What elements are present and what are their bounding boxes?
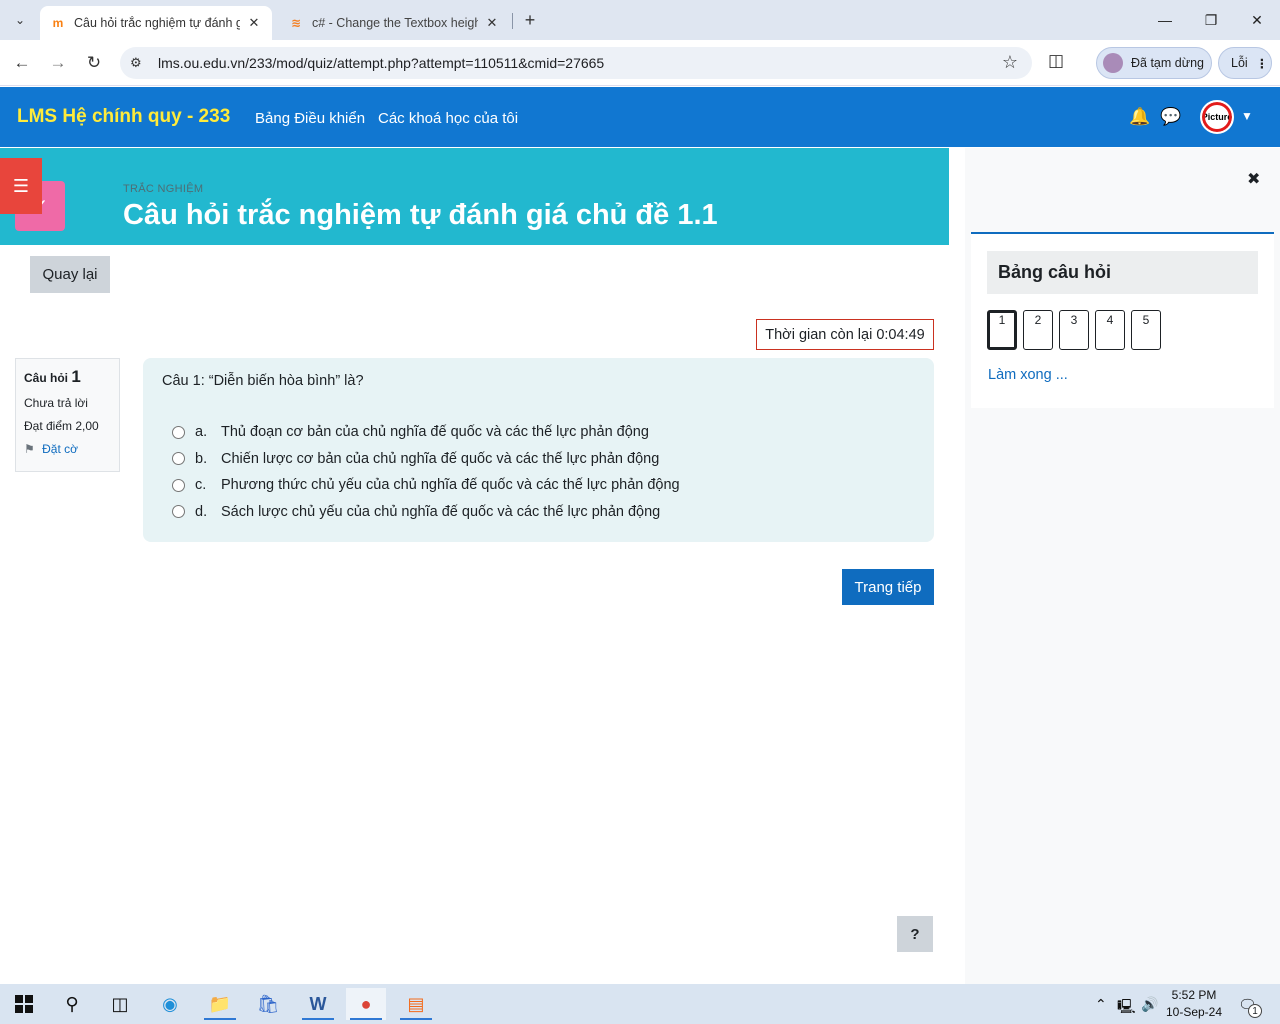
extensions-puzzle-icon[interactable]: ◫: [1048, 51, 1064, 71]
close-tab-icon[interactable]: ✕: [246, 15, 262, 31]
quiz-nav-question-1[interactable]: 1: [987, 310, 1017, 350]
page-title: Câu hỏi trắc nghiệm tự đánh giá chủ đề 1…: [123, 199, 718, 231]
back-button[interactable]: Quay lại: [30, 256, 110, 293]
messages-chat-icon[interactable]: 💬: [1160, 107, 1181, 127]
quiz-nav-question-5[interactable]: 5: [1131, 310, 1161, 350]
nav-dashboard-link[interactable]: Bảng Điều khiển: [255, 110, 365, 127]
edge-browser-icon[interactable]: ◉: [150, 988, 190, 1020]
flag-label: Đặt cờ: [42, 442, 78, 456]
help-button[interactable]: ?: [897, 916, 933, 952]
notification-count-badge: 1: [1248, 1004, 1262, 1018]
tab-search-chevron-icon[interactable]: ⌄: [8, 8, 32, 32]
answer-list: a. Thủ đoạn cơ bản của chủ nghĩa đế quốc…: [162, 419, 915, 525]
course-index-toggle-icon[interactable]: ☰: [0, 158, 42, 214]
close-tab-icon[interactable]: ✕: [484, 15, 500, 31]
tab-separator: [512, 13, 513, 29]
clock-date: 10-Sep-24: [1165, 1005, 1223, 1019]
error-label: Lỗi: [1231, 56, 1248, 70]
answer-radio[interactable]: [172, 505, 185, 519]
microsoft-store-icon[interactable]: 🛍: [248, 988, 288, 1020]
tab-title: Câu hỏi trắc nghiệm tự đánh gi: [74, 16, 240, 30]
user-avatar[interactable]: Picture: [1200, 100, 1234, 134]
profile-button[interactable]: Đã tạm dừng: [1096, 47, 1212, 79]
file-explorer-icon[interactable]: 📁: [200, 988, 240, 1020]
answer-radio[interactable]: [172, 425, 185, 439]
clock-time: 5:52 PM: [1171, 988, 1217, 1002]
profile-status-label: Đã tạm dừng: [1131, 56, 1204, 70]
pdf-app-icon[interactable]: ▤: [396, 988, 436, 1020]
quiz-nav-question-3[interactable]: 3: [1059, 310, 1089, 350]
answer-radio[interactable]: [172, 478, 185, 492]
url-text[interactable]: lms.ou.edu.vn/233/mod/quiz/attempt.php?a…: [158, 55, 604, 71]
browser-toolbar: ← → ↻ ⚙ lms.ou.edu.vn/233/mod/quiz/attem…: [0, 40, 1280, 86]
question-status: Chưa trả lời: [24, 396, 88, 410]
windows-taskbar: ⚲ ◫ ◉ 📁 🛍 W ● ▤ ⌃ 🖳 🔊 🗨 1: [0, 984, 1280, 1024]
quiz-timer: Thời gian còn lại 0:04:49: [756, 319, 934, 350]
back-arrow-icon[interactable]: ←: [10, 51, 34, 75]
question-number-value: 1: [71, 367, 81, 386]
show-hidden-icons-chevron-icon[interactable]: ⌃: [1095, 996, 1107, 1013]
answer-option-b[interactable]: b. Chiến lược cơ bản của chủ nghĩa đế qu…: [162, 446, 915, 473]
question-text: Câu 1: “Diễn biến hòa bình” là?: [162, 373, 364, 389]
address-bar[interactable]: ⚙ lms.ou.edu.vn/233/mod/quiz/attempt.php…: [120, 47, 1032, 79]
word-icon[interactable]: W: [298, 988, 338, 1020]
answer-letter: c.: [195, 477, 207, 494]
task-view-icon[interactable]: ◫: [100, 988, 140, 1020]
browser-tab-strip: ⌄ m Câu hỏi trắc nghiệm tự đánh gi ✕ ≋ c…: [0, 0, 1280, 40]
bookmark-star-icon[interactable]: ☆: [1002, 52, 1018, 73]
answer-letter: a.: [195, 424, 208, 441]
moodle-favicon-icon: m: [52, 16, 64, 30]
answer-radio[interactable]: [172, 452, 185, 466]
site-settings-icon[interactable]: ⚙: [130, 55, 142, 71]
finish-attempt-link[interactable]: Làm xong ...: [988, 367, 1068, 383]
network-icon[interactable]: 🖳: [1117, 996, 1136, 1020]
forward-arrow-icon[interactable]: →: [46, 51, 70, 75]
close-window-icon[interactable]: ✕: [1234, 8, 1280, 32]
question-mark: Đạt điểm 2,00: [24, 419, 99, 433]
stackoverflow-favicon-icon: ≋: [290, 16, 302, 30]
nav-my-courses-link[interactable]: Các khoá học của tôi: [378, 110, 518, 127]
answer-letter: d.: [195, 503, 208, 520]
avatar-ban-ring: [1202, 102, 1232, 132]
user-menu-chevron-icon[interactable]: ▼: [1241, 109, 1253, 123]
quiz-nav-question-4[interactable]: 4: [1095, 310, 1125, 350]
answer-option-c[interactable]: c. Phương thức chủ yếu của chủ nghĩa đế …: [162, 472, 915, 499]
answer-text[interactable]: Thủ đoạn cơ bản của chủ nghĩa đế quốc và…: [221, 424, 649, 440]
more-menu-icon: ⋮: [1255, 56, 1269, 71]
browser-tab-quiz[interactable]: m Câu hỏi trắc nghiệm tự đánh gi ✕: [40, 6, 272, 40]
chrome-icon[interactable]: ●: [346, 988, 386, 1020]
answer-text[interactable]: Phương thức chủ yếu của chủ nghĩa đế quố…: [221, 477, 680, 493]
answer-letter: b.: [195, 450, 208, 467]
new-tab-plus-icon[interactable]: +: [520, 10, 540, 30]
answer-option-a[interactable]: a. Thủ đoạn cơ bản của chủ nghĩa đế quốc…: [162, 419, 915, 446]
reload-icon[interactable]: ↻: [82, 51, 106, 75]
browser-error-button[interactable]: Lỗi ⋮: [1218, 47, 1272, 79]
notification-bell-icon[interactable]: 🔔: [1129, 107, 1150, 127]
answer-option-d[interactable]: d. Sách lược chủ yếu của chủ nghĩa đế qu…: [162, 499, 915, 526]
answer-text[interactable]: Chiến lược cơ bản của chủ nghĩa đế quốc …: [221, 451, 659, 467]
quiz-navigation-title: Bảng câu hỏi: [987, 251, 1258, 294]
flag-question-link[interactable]: ⚑ Đặt cờ: [24, 442, 111, 456]
site-brand-link[interactable]: LMS Hệ chính quy - 233: [17, 106, 230, 128]
taskbar-clock[interactable]: 5:52 PM 10-Sep-24: [1162, 987, 1226, 1021]
search-icon[interactable]: ⚲: [52, 988, 92, 1020]
restore-window-icon[interactable]: ❐: [1188, 8, 1234, 32]
question-label: Câu hỏi: [24, 371, 68, 385]
browser-tab-stackoverflow[interactable]: ≋ c# - Change the Textbox height ✕: [278, 6, 510, 40]
tab-title: c# - Change the Textbox height: [312, 16, 478, 30]
next-page-button[interactable]: Trang tiếp: [842, 569, 934, 605]
flag-icon: ⚑: [24, 442, 35, 456]
close-drawer-icon[interactable]: ✖: [1247, 169, 1260, 189]
profile-avatar: [1103, 53, 1123, 73]
lms-navbar: LMS Hệ chính quy - 233 Bảng Điều khiển C…: [0, 87, 1280, 147]
volume-icon[interactable]: 🔊: [1141, 996, 1158, 1013]
question-info-box: Câu hỏi 1 Chưa trả lời Đạt điểm 2,00 ⚑ Đ…: [15, 358, 120, 472]
question-content: Câu 1: “Diễn biến hòa bình” là? a. Thủ đ…: [143, 358, 934, 542]
question-number: Câu hỏi 1: [24, 367, 111, 387]
quiz-nav-question-2[interactable]: 2: [1023, 310, 1053, 350]
activity-type-label: TRẮC NGHIỆM: [123, 183, 204, 195]
windows-start-icon[interactable]: [4, 988, 44, 1020]
answer-text[interactable]: Sách lược chủ yếu của chủ nghĩa đế quốc …: [221, 504, 660, 520]
minimize-window-icon[interactable]: —: [1142, 8, 1188, 32]
